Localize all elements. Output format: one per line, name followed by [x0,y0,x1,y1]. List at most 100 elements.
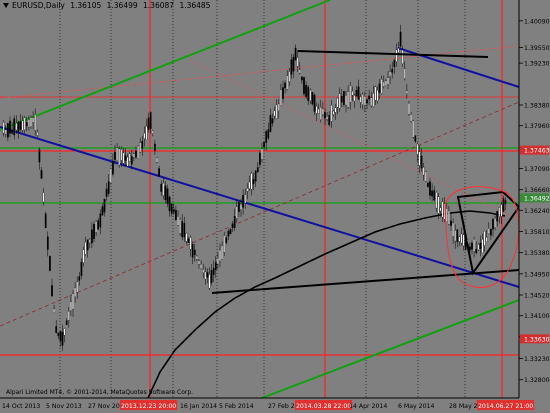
candle-body [416,143,419,155]
candle-body [44,213,47,229]
price-chart[interactable]: 1.40090 1.39550 1.39230 1.38380 1.37960 1.370… [0,0,550,413]
candle-body [448,210,450,225]
candle-body [254,170,257,182]
candle-body [433,190,436,201]
candle-body [139,142,142,153]
date-label: 14 Apr 2014 [349,403,387,410]
price-highlight-label: 1.36492 [524,195,550,202]
price-label: 1.34520 [524,293,550,300]
candle-body [172,209,175,213]
candle-body [175,209,177,221]
candle-body [261,148,263,160]
candle-body [401,49,404,64]
candle-body [149,112,152,129]
candle-body [86,239,89,251]
candle-body [439,207,442,212]
candle-body [259,152,261,165]
price-highlight-label: 1.33630 [524,336,550,343]
price-label: 1.34100 [524,313,550,320]
candle-body [25,122,28,127]
candle-body [328,115,331,126]
candle-body [116,147,118,161]
candle-body [275,104,278,119]
candle-body [481,239,484,254]
candle-body [170,203,173,214]
candle-body [422,167,425,176]
candle-body [477,244,480,251]
candle-body [200,264,202,270]
candle-body [238,201,240,213]
candle-body [145,126,148,140]
candle-body [248,181,251,189]
candle-body [454,230,457,242]
candle-body [370,97,373,106]
candle-body [181,221,184,238]
candle-body [221,245,223,260]
candle-body [322,108,324,116]
candle-body [17,121,20,133]
candle-body [389,71,391,77]
candle-body [458,236,461,242]
header-open: 1.36105 [70,1,102,10]
candle-body [267,129,270,139]
candle-body [78,276,81,281]
candle-body [63,328,66,336]
candle-body [19,121,22,130]
candle-body [198,260,200,265]
candle-body [105,188,108,197]
candle-body [84,242,87,255]
date-label: 6 May 2014 [398,403,434,410]
date-label: 2014.03.28 22:00 [296,403,351,410]
candle-body [112,160,114,175]
candle-body [21,120,24,131]
date-label: 14 Oct 2013 [2,403,40,410]
candle-body [427,182,429,187]
candle-body [355,89,358,97]
candle-body [307,86,310,101]
candle-body [130,156,133,165]
candle-body [42,192,45,203]
candle-body [280,89,282,106]
candle-body [340,95,343,103]
candle-body [387,77,389,85]
candle-body [296,57,299,67]
candle-body [445,208,448,223]
candle-body [294,47,297,60]
candle-body [70,301,72,311]
candle-body [406,90,408,94]
candle-body [240,203,242,211]
header-symbol: EURUSD,Daily [12,1,65,10]
candle-body [382,81,385,87]
candle-body [359,96,362,103]
candle-body [30,117,32,127]
candle-body [313,94,316,112]
candle-body [326,116,328,120]
candle-body [59,331,62,342]
candle-body [290,59,293,75]
candle-body [9,120,11,134]
candle-body [420,155,423,169]
candle-body [385,80,387,86]
candle-body [378,83,381,93]
candle-body [179,219,181,234]
candle-body [317,108,320,114]
header-high: 1.36499 [106,1,138,10]
candle-body [32,117,34,123]
candle-body [336,97,339,108]
candle-body [118,148,121,166]
candle-body [414,135,417,142]
candle-body [265,131,268,143]
candle-body [162,182,165,196]
candle-body [235,206,238,219]
candle-body [135,150,137,158]
candle-body [38,149,41,163]
price-label: 1.39230 [524,61,550,68]
candle-body [168,196,171,212]
candle-body [460,233,463,244]
candle-body [347,91,349,108]
candle-body [368,95,370,100]
candle-body [256,167,259,173]
candle-body [97,220,100,230]
date-label: 2014.06.27 21:00 [478,403,533,410]
candle-body [212,267,215,275]
